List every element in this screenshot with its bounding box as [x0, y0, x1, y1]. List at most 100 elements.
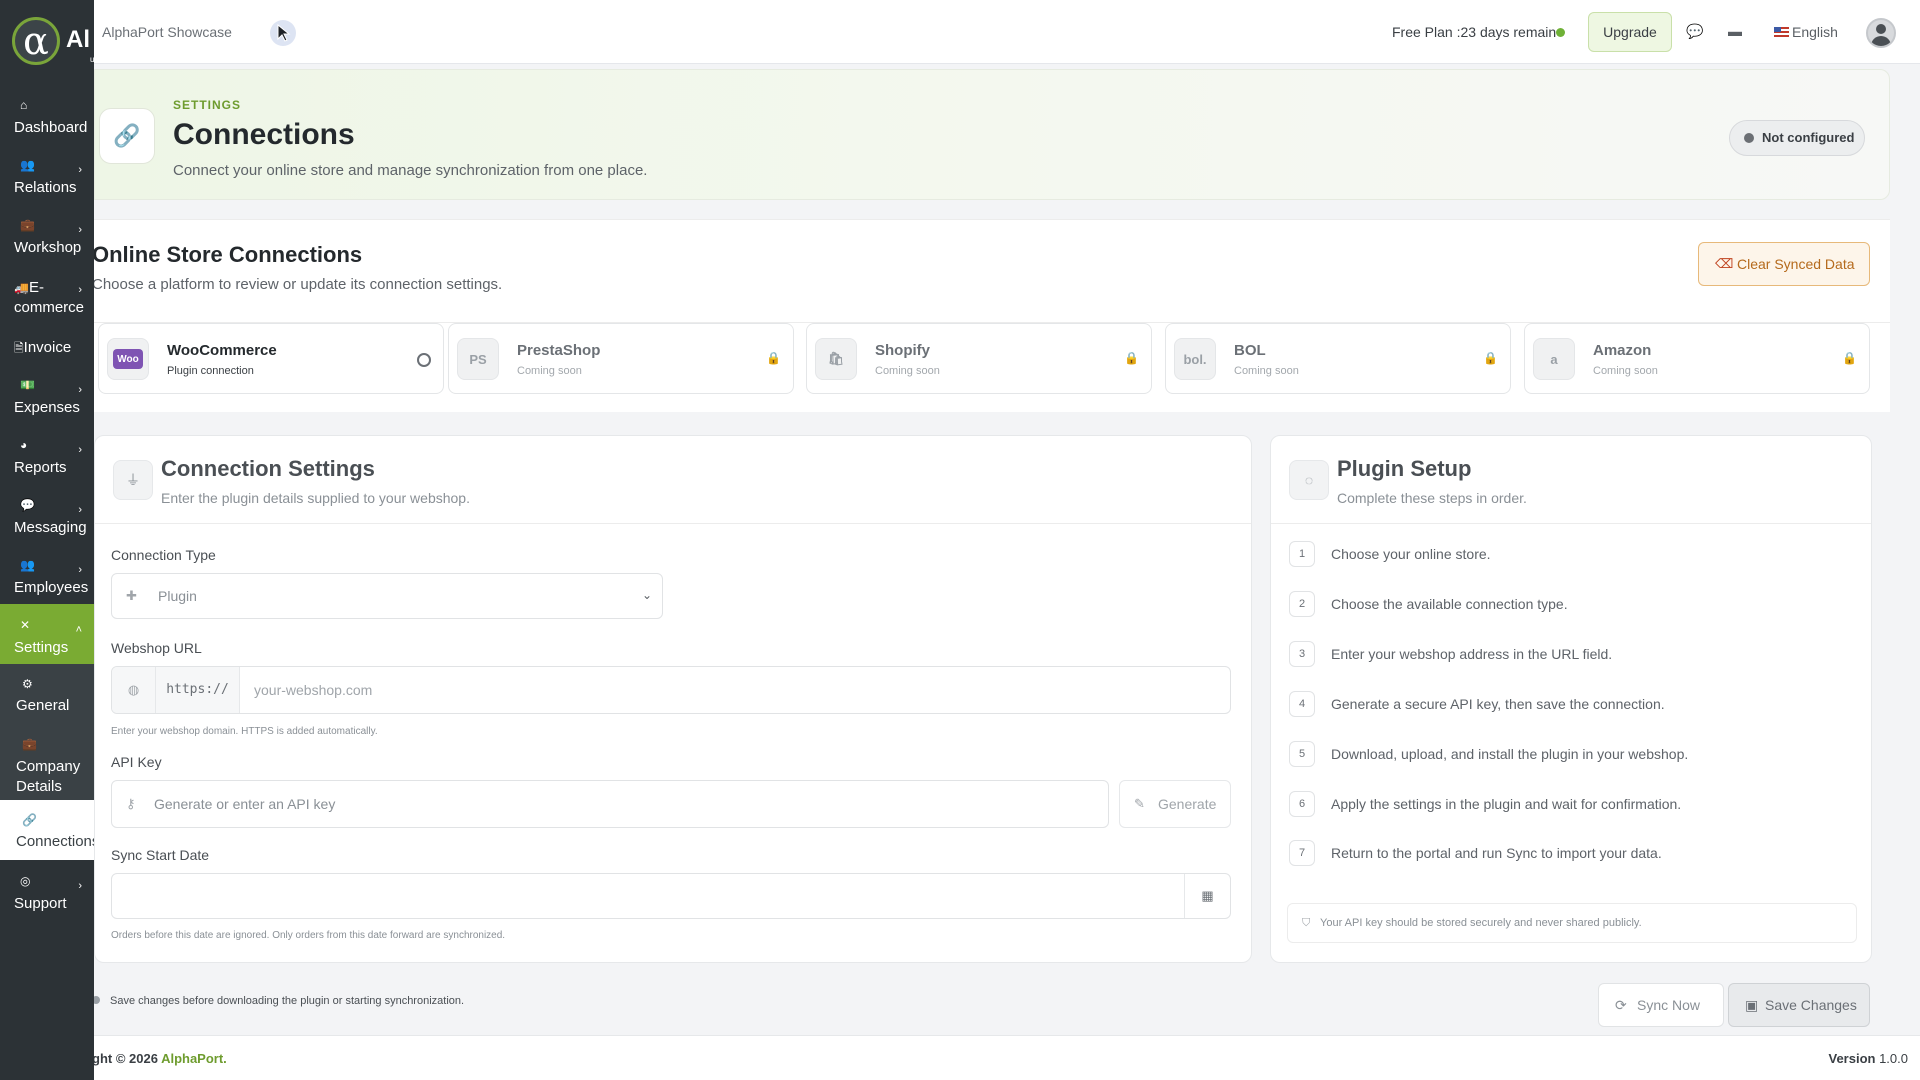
platform-card-shopify[interactable]: 🛍 Shopify Coming soon 🔒	[806, 323, 1152, 394]
api-key-input[interactable]: ⚷ Generate or enter an API key	[111, 780, 1109, 828]
save-icon: ▣	[1745, 997, 1759, 1013]
platform-card-woocommerce[interactable]: Woo WooCommerce Plugin connection	[98, 323, 444, 394]
connection-settings-panel: ⏚ Connection Settings Enter the plugin d…	[94, 435, 1252, 963]
logo-subtext: u	[90, 55, 94, 64]
sidebar-item-relations[interactable]: 👥 Relations ›	[0, 144, 94, 204]
magic-wand-icon: ✎	[1134, 796, 1145, 811]
prestashop-logo: PS	[457, 338, 499, 380]
eraser-icon: ⌫	[1715, 256, 1734, 271]
section-title: Online Store Connections	[94, 242, 363, 267]
chevron-right-icon: ›	[78, 284, 82, 296]
chat-icon[interactable]: 💬	[1686, 23, 1703, 40]
url-help-text: Enter your webshop domain. HTTPS is adde…	[111, 726, 378, 737]
sync-now-button[interactable]: ⟳ Sync Now	[1598, 983, 1724, 1027]
sidebar: α Al u ⌂ Dashboard 👥 Relations › 💼 Works…	[0, 0, 94, 1080]
lock-icon: 🔒	[766, 351, 781, 365]
employees-icon: 👥	[20, 558, 35, 572]
platform-card-bol[interactable]: bol. BOL Coming soon 🔒	[1165, 323, 1511, 394]
key-icon: ⚷	[126, 796, 136, 811]
sidebar-item-label: Dashboard	[14, 119, 88, 136]
sidebar-subitem-general[interactable]: ⚙ General	[0, 664, 94, 724]
globe-icon: ◍	[112, 667, 156, 713]
clear-synced-data-button[interactable]: ⌫ Clear Synced Data	[1698, 242, 1870, 286]
action-bar: Save changes before downloading the plug…	[94, 971, 1920, 1035]
sync-start-date-input[interactable]: ▦	[111, 873, 1231, 919]
truck-icon: 🚚	[14, 281, 29, 295]
card-icon[interactable]: ▬	[1728, 23, 1742, 39]
platform-name: BOL	[1234, 342, 1266, 359]
webshop-url-field[interactable]: ◍ https:// your-webshop.com	[111, 666, 1231, 714]
sidebar-item-workshop[interactable]: 💼 Workshop ›	[0, 204, 94, 264]
chevron-right-icon: ›	[78, 880, 82, 892]
logo-text: Al	[66, 26, 90, 53]
tools-icon: ✕	[20, 618, 31, 632]
logo-icon: α	[12, 17, 60, 65]
sidebar-item-label: Company Details	[16, 758, 81, 795]
platform-card-prestashop[interactable]: PS PrestaShop Coming soon 🔒	[448, 323, 794, 394]
radio-icon[interactable]	[417, 353, 431, 367]
breadcrumb: SETTINGS	[173, 98, 242, 112]
users-icon: 👥	[20, 158, 35, 172]
sidebar-subitem-company-details[interactable]: 💼 Company Details	[0, 724, 94, 800]
chevron-right-icon: ›	[78, 164, 82, 176]
sidebar-item-label: General	[16, 697, 70, 714]
plan-status-dot	[1556, 28, 1565, 37]
webshop-url-label: Webshop URL	[111, 640, 202, 656]
status-badge: Not configured	[1729, 120, 1865, 156]
woocommerce-logo: Woo	[107, 338, 149, 380]
app-title: AlphaPort Showcase	[102, 24, 232, 40]
upgrade-button[interactable]: Upgrade	[1588, 12, 1672, 52]
connection-type-select[interactable]: ✚ Plugin ⌄	[111, 573, 663, 619]
platform-card-amazon[interactable]: a Amazon Coming soon 🔒	[1524, 323, 1870, 394]
platform-name: Shopify	[875, 342, 930, 359]
sidebar-item-messaging[interactable]: 💬 Messaging ›	[0, 484, 94, 544]
sidebar-item-ecommerce[interactable]: 🚚E- commerce ›	[0, 264, 94, 324]
generate-button[interactable]: ✎ Generate	[1119, 780, 1231, 828]
sidebar-item-expenses[interactable]: 💵 Expenses ›	[0, 364, 94, 424]
sidebar-item-label: Support	[14, 895, 67, 912]
panel-title: Connection Settings	[161, 456, 375, 481]
platform-status: Coming soon	[1234, 365, 1299, 377]
sidebar-item-invoice[interactable]: 🗎Invoice	[0, 324, 94, 364]
sidebar-item-reports[interactable]: ◕ Reports ›	[0, 424, 94, 484]
store-connections-section: Online Store Connections Choose a platfo…	[94, 219, 1890, 412]
briefcase-icon: 💼	[22, 737, 37, 751]
sidebar-item-support[interactable]: ◎ Support ›	[0, 860, 94, 920]
lightbulb-icon: ◌	[1289, 460, 1329, 500]
chevron-right-icon: ›	[78, 384, 82, 396]
sidebar-item-dashboard[interactable]: ⌂ Dashboard	[0, 84, 94, 144]
copyright-brand[interactable]: AlphaPort.	[161, 1051, 227, 1066]
info-dot-icon	[94, 996, 100, 1004]
save-changes-button[interactable]: ▣ Save Changes	[1728, 983, 1870, 1027]
platform-status: Plugin connection	[167, 365, 254, 377]
platform-status: Coming soon	[875, 365, 940, 377]
platform-name: Amazon	[1593, 342, 1652, 359]
lock-icon: 🔒	[1124, 351, 1139, 365]
sidebar-item-label: Expenses	[14, 399, 80, 416]
panel-title: Plugin Setup	[1337, 456, 1472, 481]
sidebar-item-label: Reports	[14, 459, 67, 476]
refresh-icon: ⟳	[1615, 997, 1627, 1013]
topbar: AlphaPort Showcase Free Plan :23 days re…	[94, 0, 1920, 64]
logo[interactable]: α Al u	[0, 0, 94, 84]
sidebar-item-label: Invoice	[23, 339, 72, 356]
sidebar-item-settings[interactable]: ✕ Settings ˄	[0, 604, 94, 664]
avatar[interactable]	[1866, 18, 1896, 48]
home-icon: ⌂	[20, 98, 28, 112]
sidebar-item-label: Employees	[14, 579, 89, 596]
sidebar-item-employees[interactable]: 👥 Employees ›	[0, 544, 94, 604]
chevron-right-icon: ›	[78, 564, 82, 576]
page-footer: ght © 2026 AlphaPort. Version 1.0.0	[92, 1035, 1920, 1080]
url-prefix: https://	[156, 667, 240, 713]
chart-icon: ◕	[20, 438, 28, 452]
calendar-icon[interactable]: ▦	[1184, 874, 1230, 918]
sidebar-subitem-connections[interactable]: 🔗 Connections	[0, 800, 94, 860]
sidebar-item-label: Messaging	[14, 519, 87, 536]
bol-logo: bol.	[1174, 338, 1216, 380]
security-note: ⛉ Your API key should be stored securely …	[1287, 903, 1857, 943]
puzzle-icon: ✚	[126, 588, 137, 603]
shield-icon: ⛉	[1302, 917, 1311, 929]
message-icon: 💬	[20, 498, 35, 512]
language-selector[interactable]: English	[1774, 24, 1838, 40]
chevron-right-icon: ›	[78, 224, 82, 236]
